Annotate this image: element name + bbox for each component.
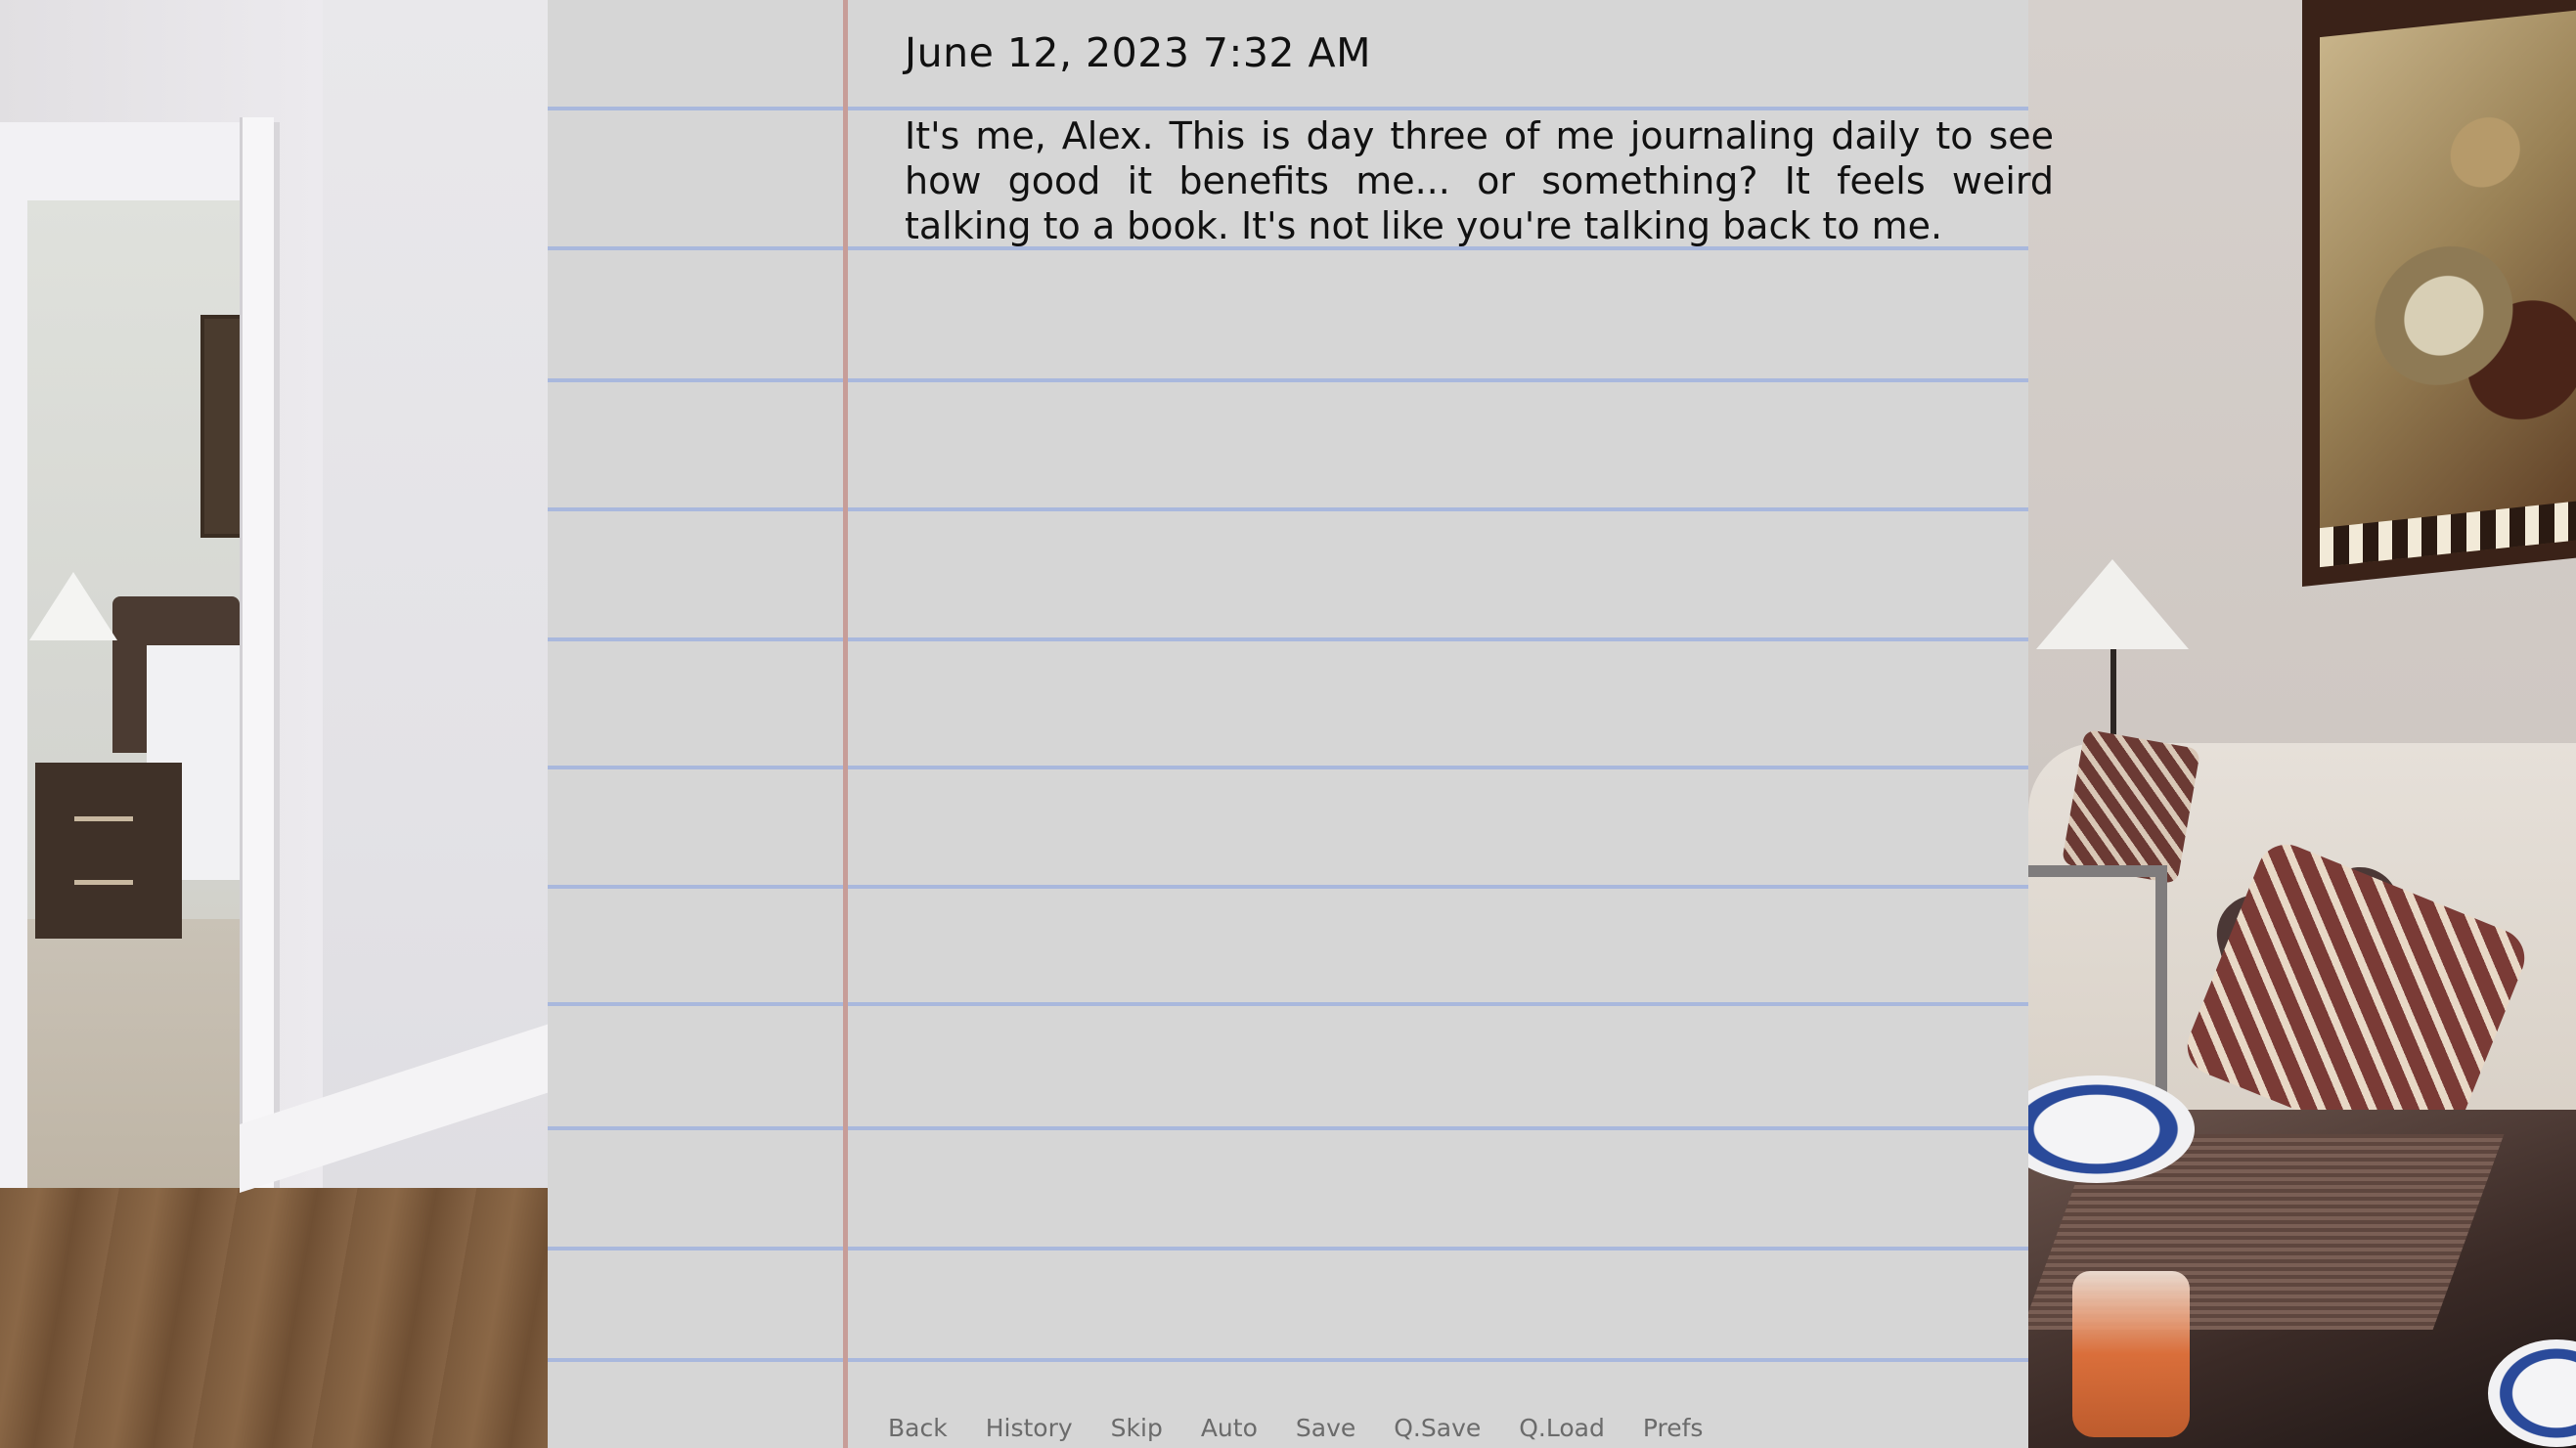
rule-line: [548, 766, 2028, 769]
rule-line: [548, 1002, 2028, 1006]
candle-holder: [2072, 1271, 2190, 1437]
painting-canvas: [2320, 8, 2576, 568]
background-hallway: [0, 0, 548, 1448]
quick-menu: Back History Skip Auto Save Q.Save Q.Loa…: [888, 1414, 1703, 1443]
rule-line: [548, 637, 2028, 641]
rule-line: [548, 107, 2028, 110]
quick-load-button[interactable]: Q.Load: [1519, 1414, 1605, 1443]
nightstand: [35, 763, 182, 939]
pillow: [2061, 728, 2201, 885]
journal-page: June 12, 2023 7:32 AM It's me, Alex. Thi…: [548, 0, 2054, 1448]
game-screen[interactable]: June 12, 2023 7:32 AM It's me, Alex. Thi…: [0, 0, 2576, 1448]
back-button[interactable]: Back: [888, 1414, 948, 1443]
rule-line: [548, 507, 2028, 511]
bedroom-carpet: [27, 919, 244, 1227]
margin-line: [843, 0, 848, 1448]
preferences-button[interactable]: Prefs: [1643, 1414, 1704, 1443]
journal-entry-text[interactable]: It's me, Alex. This is day three of me j…: [905, 113, 2054, 248]
history-button[interactable]: History: [986, 1414, 1073, 1443]
background-living-room: [2028, 0, 2576, 1448]
wall-painting: [2302, 0, 2576, 587]
rule-line: [548, 378, 2028, 382]
rule-line: [548, 885, 2028, 889]
wood-floor: [0, 1188, 548, 1448]
auto-button[interactable]: Auto: [1201, 1414, 1258, 1443]
save-button[interactable]: Save: [1296, 1414, 1355, 1443]
floor-lamp-shade: [2036, 559, 2189, 649]
quick-save-button[interactable]: Q.Save: [1394, 1414, 1481, 1443]
bedroom-mirror: [200, 315, 244, 538]
rule-line: [548, 1358, 2028, 1362]
skip-button[interactable]: Skip: [1111, 1414, 1163, 1443]
rule-line: [548, 1247, 2028, 1251]
journal-date: June 12, 2023 7:32 AM: [905, 29, 1371, 76]
rule-line: [548, 1126, 2028, 1130]
bedside-lamp: [29, 572, 117, 640]
